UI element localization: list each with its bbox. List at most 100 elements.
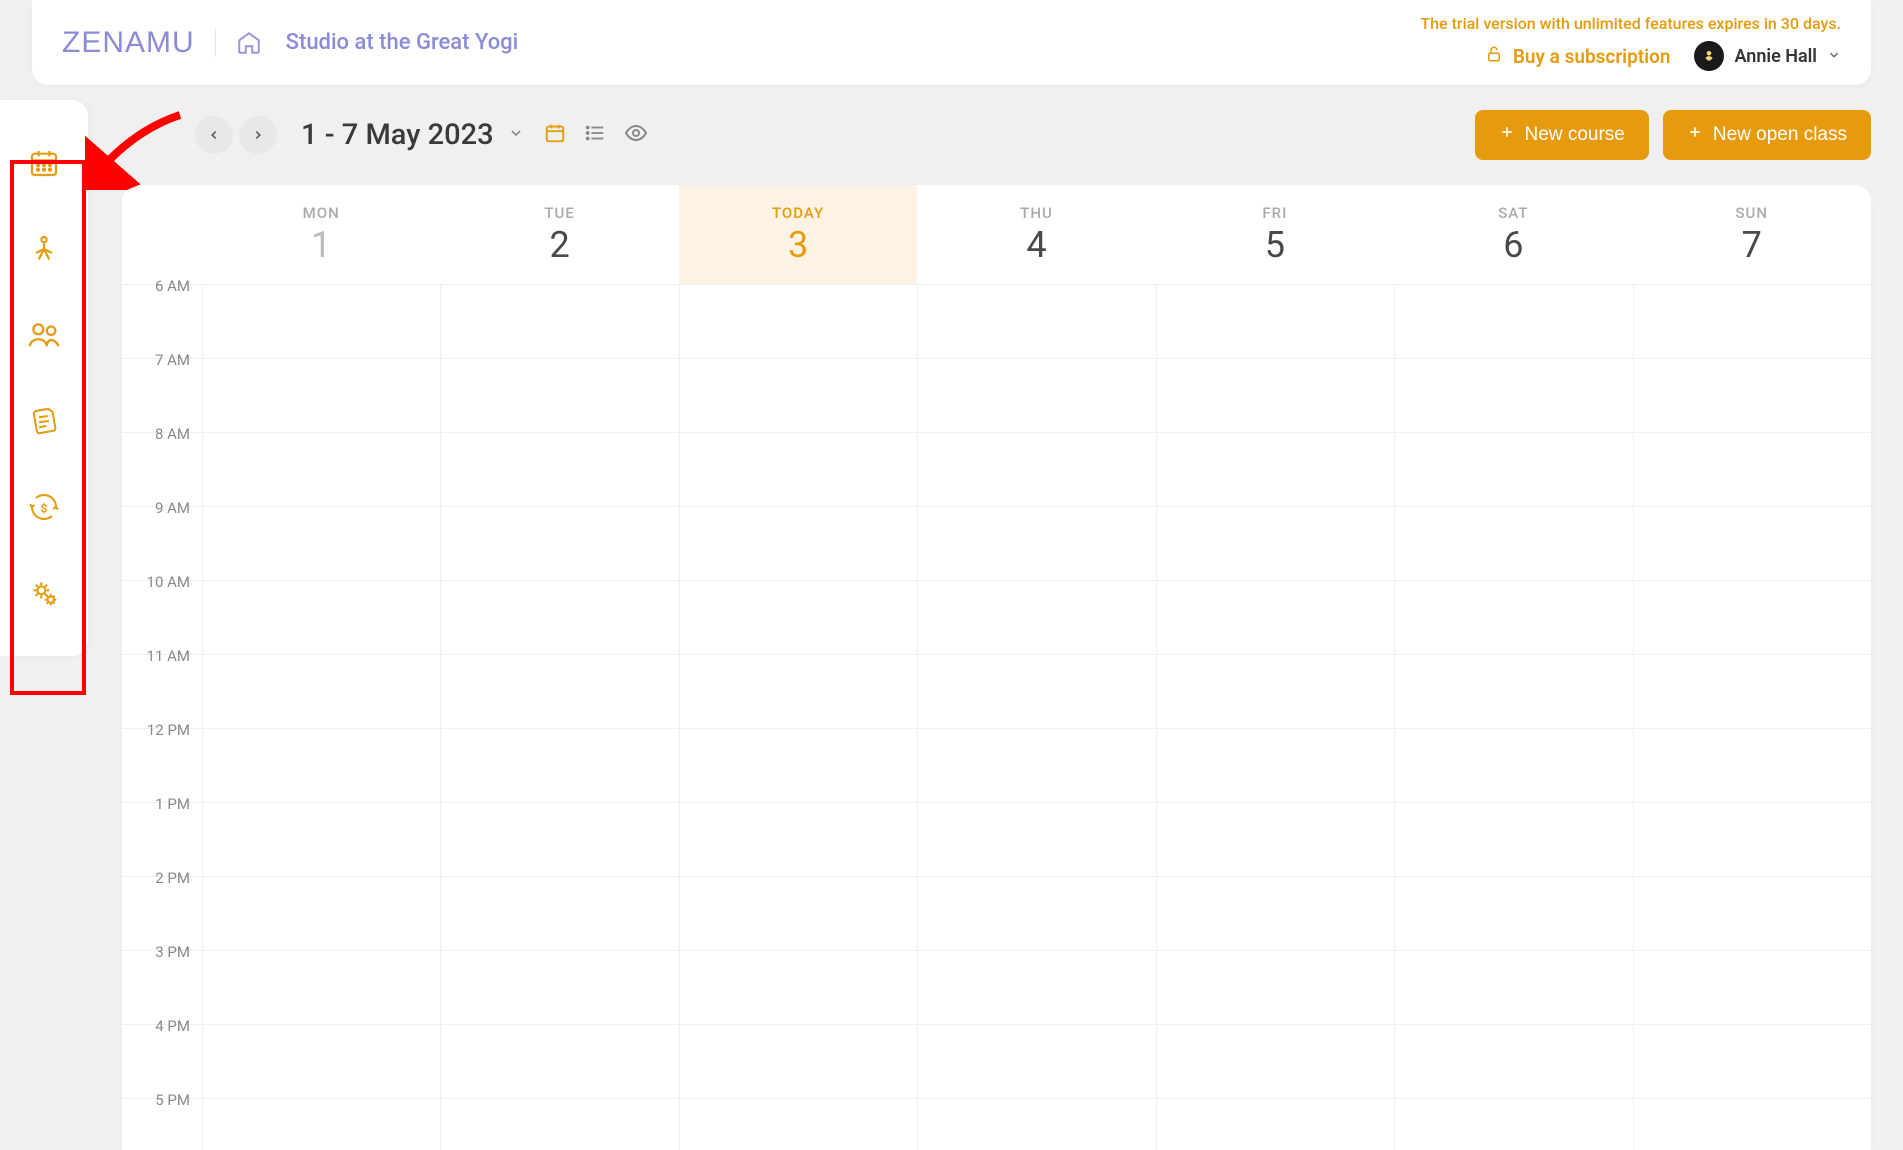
- logo[interactable]: ZENAMU: [62, 26, 195, 60]
- sidebar-item-people[interactable]: [26, 317, 62, 353]
- subscribe-link[interactable]: Buy a subscription: [1485, 45, 1671, 68]
- time-cell[interactable]: [202, 581, 440, 654]
- time-cell[interactable]: [917, 285, 1155, 358]
- sidebar-item-yoga[interactable]: [26, 231, 62, 267]
- time-cell[interactable]: [202, 1099, 440, 1150]
- day-header-tue[interactable]: TUE 2: [440, 185, 678, 284]
- sidebar-item-settings[interactable]: [26, 575, 62, 611]
- prev-week-button[interactable]: [195, 116, 233, 154]
- time-cell[interactable]: [679, 655, 917, 728]
- time-cell[interactable]: [917, 1099, 1155, 1150]
- time-cell[interactable]: [917, 359, 1155, 432]
- time-cell[interactable]: [1394, 359, 1632, 432]
- time-cell[interactable]: [1394, 285, 1632, 358]
- time-cell[interactable]: [202, 803, 440, 876]
- day-header-sat[interactable]: SAT 6: [1394, 185, 1632, 284]
- time-cell[interactable]: [440, 359, 678, 432]
- new-open-class-button[interactable]: New open class: [1663, 110, 1871, 160]
- time-cell[interactable]: [1156, 877, 1394, 950]
- time-cell[interactable]: [202, 507, 440, 580]
- time-cell[interactable]: [1633, 655, 1871, 728]
- time-cell[interactable]: [1633, 507, 1871, 580]
- time-cell[interactable]: [917, 877, 1155, 950]
- time-cell[interactable]: [1633, 581, 1871, 654]
- time-cell[interactable]: [1394, 507, 1632, 580]
- time-cell[interactable]: [917, 1025, 1155, 1098]
- time-cell[interactable]: [440, 1025, 678, 1098]
- time-cell[interactable]: [440, 951, 678, 1024]
- time-cell[interactable]: [202, 433, 440, 506]
- time-cell[interactable]: [1394, 803, 1632, 876]
- time-cell[interactable]: [679, 581, 917, 654]
- day-header-fri[interactable]: FRI 5: [1156, 185, 1394, 284]
- new-course-button[interactable]: New course: [1475, 110, 1649, 160]
- time-cell[interactable]: [1394, 581, 1632, 654]
- time-cell[interactable]: [1156, 729, 1394, 802]
- visibility-icon[interactable]: [624, 121, 648, 149]
- time-cell[interactable]: [1633, 729, 1871, 802]
- time-cell[interactable]: [1394, 655, 1632, 728]
- day-header-mon[interactable]: MON 1: [202, 185, 440, 284]
- time-cell[interactable]: [1633, 951, 1871, 1024]
- time-cell[interactable]: [1394, 951, 1632, 1024]
- time-cell[interactable]: [1633, 1099, 1871, 1150]
- time-cell[interactable]: [440, 285, 678, 358]
- day-header-thu[interactable]: THU 4: [917, 185, 1155, 284]
- time-cell[interactable]: [679, 877, 917, 950]
- date-range[interactable]: 1 - 7 May 2023: [301, 118, 494, 152]
- time-cell[interactable]: [679, 507, 917, 580]
- time-cell[interactable]: [679, 359, 917, 432]
- time-cell[interactable]: [679, 803, 917, 876]
- user-menu[interactable]: Annie Hall: [1694, 41, 1841, 71]
- time-cell[interactable]: [440, 877, 678, 950]
- time-cell[interactable]: [1394, 433, 1632, 506]
- time-cell[interactable]: [202, 655, 440, 728]
- time-cell[interactable]: [917, 803, 1155, 876]
- sidebar-item-money[interactable]: $: [26, 489, 62, 525]
- time-cell[interactable]: [917, 951, 1155, 1024]
- time-cell[interactable]: [1156, 1025, 1394, 1098]
- time-cell[interactable]: [1394, 877, 1632, 950]
- time-cell[interactable]: [1394, 729, 1632, 802]
- time-cell[interactable]: [1633, 803, 1871, 876]
- calendar-view-icon[interactable]: [544, 122, 566, 148]
- sidebar-item-calendar[interactable]: [26, 145, 62, 181]
- sidebar-item-document[interactable]: [26, 403, 62, 439]
- time-cell[interactable]: [679, 1099, 917, 1150]
- time-cell[interactable]: [440, 507, 678, 580]
- day-header-today[interactable]: TODAY 3: [679, 185, 917, 284]
- time-cell[interactable]: [917, 581, 1155, 654]
- time-cell[interactable]: [202, 359, 440, 432]
- time-cell[interactable]: [1156, 359, 1394, 432]
- time-cell[interactable]: [917, 655, 1155, 728]
- list-view-icon[interactable]: [584, 122, 606, 148]
- time-cell[interactable]: [202, 1025, 440, 1098]
- next-week-button[interactable]: [239, 116, 277, 154]
- time-cell[interactable]: [202, 951, 440, 1024]
- time-cell[interactable]: [1633, 433, 1871, 506]
- time-cell[interactable]: [1156, 285, 1394, 358]
- time-cell[interactable]: [917, 507, 1155, 580]
- date-dropdown-chevron-icon[interactable]: [508, 125, 524, 145]
- time-cell[interactable]: [1156, 581, 1394, 654]
- time-cell[interactable]: [202, 285, 440, 358]
- day-header-sun[interactable]: SUN 7: [1633, 185, 1871, 284]
- studio-name[interactable]: Studio at the Great Yogi: [286, 30, 519, 55]
- time-cell[interactable]: [917, 433, 1155, 506]
- time-cell[interactable]: [679, 285, 917, 358]
- time-cell[interactable]: [679, 729, 917, 802]
- time-cell[interactable]: [1156, 1099, 1394, 1150]
- time-cell[interactable]: [1633, 1025, 1871, 1098]
- time-cell[interactable]: [917, 729, 1155, 802]
- time-cell[interactable]: [202, 729, 440, 802]
- time-cell[interactable]: [440, 581, 678, 654]
- time-cell[interactable]: [679, 1025, 917, 1098]
- time-cell[interactable]: [679, 951, 917, 1024]
- time-cell[interactable]: [1394, 1025, 1632, 1098]
- time-cell[interactable]: [1156, 507, 1394, 580]
- home-icon[interactable]: [236, 30, 262, 56]
- time-cell[interactable]: [679, 433, 917, 506]
- time-cell[interactable]: [1633, 877, 1871, 950]
- time-cell[interactable]: [440, 1099, 678, 1150]
- time-cell[interactable]: [1156, 951, 1394, 1024]
